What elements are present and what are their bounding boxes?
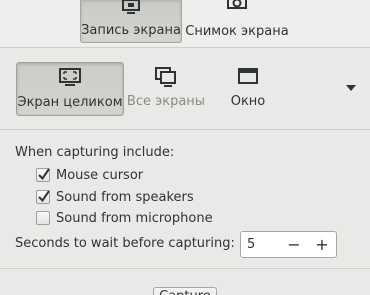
dropdown-arrow-icon[interactable] [346, 85, 356, 91]
mouse-cursor-label: Mouse cursor [56, 167, 144, 183]
speakers-label: Sound from speakers [56, 189, 194, 205]
mouse-cursor-checkbox[interactable] [36, 168, 50, 182]
fullscreen-icon [59, 68, 81, 90]
microphone-option[interactable]: Sound from microphone [36, 209, 213, 227]
capture-all-screens-button[interactable]: Все экраны [124, 62, 208, 116]
screen-record-icon [121, 0, 141, 20]
checkmark-icon [38, 168, 50, 181]
decrement-button[interactable]: − [280, 232, 308, 257]
increment-button[interactable]: + [308, 232, 336, 257]
speakers-option[interactable]: Sound from speakers [36, 188, 194, 206]
screen-capture-dialog: Запись экрана Снимок экрана Экран целико… [0, 0, 370, 295]
checkmark-icon [38, 190, 50, 203]
mode-bar: Запись экрана Снимок экрана [0, 0, 370, 47]
divider [0, 47, 370, 48]
all-screens-label: Все экраны [126, 94, 206, 109]
mouse-cursor-option[interactable]: Mouse cursor [36, 166, 143, 184]
window-icon [237, 67, 259, 89]
microphone-label: Sound from microphone [56, 210, 213, 226]
delay-label: Seconds to wait before capturing: [15, 236, 235, 251]
tab-screenshot[interactable]: Снимок экрана [183, 0, 291, 43]
capture-window-button[interactable]: Окно [208, 62, 288, 116]
tab-record-screen[interactable]: Запись экрана [80, 0, 182, 43]
camera-icon [225, 0, 249, 18]
capture-fullscreen-button[interactable]: Экран целиком [16, 62, 124, 116]
fullscreen-label: Экран целиком [17, 95, 123, 110]
delay-value[interactable]: 5 [241, 237, 280, 252]
tab-screenshot-label: Снимок экрана [185, 24, 289, 39]
delay-spinbutton[interactable]: 5 − + [240, 231, 337, 258]
options-heading: When capturing include: [15, 145, 175, 160]
microphone-checkbox[interactable] [36, 211, 50, 225]
capture-button[interactable]: Capture [153, 287, 217, 295]
tab-record-label: Запись экрана [81, 23, 181, 38]
speakers-checkbox[interactable] [36, 190, 50, 204]
divider [0, 268, 370, 269]
divider [0, 129, 370, 130]
window-label: Окно [230, 94, 266, 109]
multiple-screens-icon [155, 67, 177, 89]
